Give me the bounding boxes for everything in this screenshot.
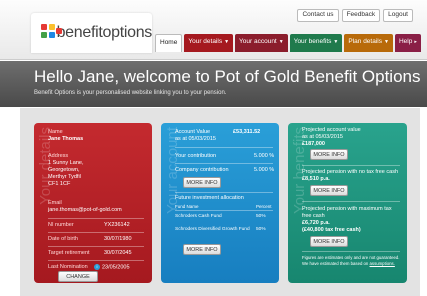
more-info-button[interactable]: MORE INFO (183, 177, 221, 188)
main-nav: Home Your details ▼ Your account ▼ Your be… (155, 34, 421, 52)
address-line: 1 Sunny Lane, (48, 160, 84, 166)
nav-your-benefits-label: Your benefits (293, 38, 332, 45)
projected-as-at: as at 05/03/2015 (302, 134, 343, 140)
projected-account-label: Projected account value (302, 127, 361, 133)
contact-us-link[interactable]: Contact us (297, 9, 339, 22)
ni-label: NI number (48, 222, 74, 228)
nav-plan-details-label: Plan details (348, 38, 382, 45)
divider (302, 251, 400, 252)
more-info-button[interactable]: MORE INFO (183, 244, 221, 255)
account-value-label: Account Value (175, 129, 211, 135)
dob-label: Date of birth (48, 236, 78, 242)
fund-percent: 50% (256, 227, 266, 232)
last-nomination-label: Last Nomination (48, 264, 88, 270)
address-line: Merthyr Tydfil (48, 174, 81, 180)
fund-percent: 50% (256, 214, 266, 219)
name-label: Name (48, 129, 63, 135)
more-info-button[interactable]: MORE INFO (310, 149, 348, 160)
divider (48, 260, 144, 261)
welcome-banner: Hello Jane, welcome to Pot of Gold Benef… (0, 61, 427, 107)
divider (48, 246, 144, 247)
projected-account-value: £187,000 (302, 141, 325, 147)
change-button[interactable]: CHANGE (58, 271, 98, 282)
divider (175, 192, 273, 193)
details-panel: Your details Name Jane Thomas Address 1 … (34, 123, 152, 283)
divider (48, 232, 144, 233)
ni-value: YX236142 (104, 222, 130, 228)
logo[interactable]: benefitoptions (31, 13, 152, 53)
more-info-button[interactable]: MORE INFO (310, 236, 348, 247)
benefits-panel: Your benefits Projected account value as… (288, 123, 407, 283)
last-nomination-value: i 23/05/2005 (94, 264, 130, 271)
chevron-down-icon: ▼ (224, 39, 230, 45)
name-value: Jane Thomas (48, 136, 84, 142)
chevron-down-icon: ▼ (278, 39, 284, 45)
nav-help-label: Help (398, 38, 413, 45)
info-icon[interactable]: i (94, 264, 100, 270)
company-contribution-value: 5.000 % (254, 167, 275, 173)
header-bar: Contact us Feedback Logout benefitoption… (0, 0, 427, 60)
percent-header: Percent (256, 204, 272, 209)
chevron-down-icon: ▼ (383, 39, 389, 45)
divider (48, 218, 144, 219)
max-tax-free-cash: (£40,800 tax free cash) (302, 227, 361, 233)
account-panel: Your account Account Value £53,311.52 as… (161, 123, 279, 283)
logo-icon (41, 24, 62, 42)
target-retirement-label: Target retirement (48, 250, 90, 256)
nav-your-benefits[interactable]: Your benefits ▼ (289, 34, 343, 52)
account-as-at: as at 05/03/2015 (175, 136, 216, 142)
logo-text: benefitoptions (56, 24, 153, 41)
nav-home-label: Home (160, 39, 178, 46)
dob-value: 30/07/1980 (104, 236, 132, 242)
page-title: Hello Jane, welcome to Pot of Gold Benef… (34, 67, 421, 86)
divider (175, 210, 273, 211)
page-subtitle: Benefit Options is your personalised web… (34, 90, 227, 96)
nav-plan-details[interactable]: Plan details ▼ (344, 34, 393, 52)
no-tax-free-value: £8,510 p.a. (302, 176, 330, 182)
divider (175, 147, 273, 148)
fund-name-header: Fund Name (175, 204, 199, 209)
your-contribution-label: Your contribution (175, 153, 217, 159)
assumptions-link[interactable]: assumptions. (370, 261, 395, 266)
address-label: Address (48, 153, 69, 159)
top-links: Contact us Feedback Logout (297, 9, 413, 22)
allocation-title: Future investment allocation (175, 195, 244, 201)
fund-name: Schroders Diversified Growth Fund (175, 227, 250, 232)
divider (175, 163, 273, 164)
more-info-button[interactable]: MORE INFO (310, 185, 348, 196)
logout-link[interactable]: Logout (383, 9, 413, 22)
disclaimer-text: Figures are estimates only and are not g… (302, 255, 402, 267)
target-retirement-value: 30/07/2045 (104, 250, 132, 256)
max-tax-free-label: Projected pension with maximum tax free … (302, 206, 392, 219)
nav-help[interactable]: Help ▸ (394, 34, 421, 52)
chevron-right-icon: ▸ (414, 39, 417, 45)
chevron-down-icon: ▼ (333, 39, 339, 45)
address-line: CF1 1CF (48, 181, 71, 187)
last-nomination-date: 23/05/2005 (102, 264, 130, 271)
nav-home[interactable]: Home (155, 34, 183, 52)
divider (302, 165, 400, 166)
feedback-link[interactable]: Feedback (341, 9, 381, 22)
no-tax-free-label: Projected pension with no tax free cash (302, 169, 399, 175)
nav-your-account-label: Your account (239, 38, 277, 45)
nav-your-details-label: Your details (188, 38, 223, 45)
address-line: Georgetown, (48, 167, 80, 173)
max-tax-free-value: £6,720 p.a. (302, 220, 330, 226)
your-contribution-value: 5.000 % (254, 153, 275, 159)
fund-name: Schroders Cash Fund (175, 214, 222, 219)
nav-your-details[interactable]: Your details ▼ (184, 34, 234, 52)
divider (302, 201, 400, 202)
email-label: Email (48, 200, 62, 206)
company-contribution-label: Company contribution (175, 167, 229, 173)
account-value: £53,311.52 (233, 129, 261, 135)
email-value: jane.thomas@pot-of-gold.com (48, 207, 122, 213)
nav-your-account[interactable]: Your account ▼ (235, 34, 288, 52)
